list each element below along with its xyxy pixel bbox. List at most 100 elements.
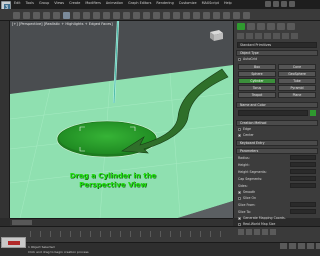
previous-frame-icon[interactable] [246,229,252,235]
zoom-extents-icon[interactable] [298,243,305,249]
status-prompt: 1 Object Selected Click and drag to begi… [28,245,89,254]
menu-graph-editors[interactable]: Graph Editors [128,1,151,5]
systems-icon[interactable] [291,33,298,39]
torus-button[interactable]: Torus [238,85,276,91]
height-spinner[interactable] [290,162,316,167]
zoom-all-icon[interactable] [289,243,296,249]
mirror-icon[interactable] [183,12,190,19]
helpers-icon[interactable] [273,33,280,39]
go-to-start-icon[interactable] [238,229,244,235]
sides-spinner[interactable] [290,183,316,188]
rectangle-selection-icon[interactable] [83,12,90,19]
tab-hierarchy-icon[interactable] [257,23,265,30]
undo-icon[interactable] [13,12,20,19]
tab-create-icon[interactable] [237,23,245,30]
minimize-icon[interactable] [273,1,279,7]
cameras-icon[interactable] [264,33,271,39]
space-warps-icon[interactable] [282,33,289,39]
lights-icon[interactable] [255,33,262,39]
go-to-end-icon[interactable] [270,229,276,235]
menu-create[interactable]: Create [69,1,80,5]
edge-label: Edge [243,127,252,131]
align-icon[interactable] [193,12,200,19]
radius-spinner[interactable] [290,155,316,160]
geosphere-button[interactable]: GeoSphere [278,71,316,77]
menu-bar: Edit Tools Group Views Create Modifiers … [14,1,232,5]
menu-customize[interactable]: Customize [179,1,197,5]
close-icon[interactable] [289,1,295,7]
menu-rendering[interactable]: Rendering [156,1,173,5]
tube-button[interactable]: Tube [278,78,316,84]
geometry-icon[interactable] [237,33,244,39]
window-crossing-icon[interactable] [93,12,100,19]
reference-coordinate-icon[interactable] [133,12,140,19]
next-frame-icon[interactable] [262,229,268,235]
rotate-icon[interactable] [113,12,120,19]
select-by-name-icon[interactable] [73,12,80,19]
render-icon[interactable] [243,12,250,19]
bind-space-warp-icon[interactable] [53,12,60,19]
menu-tools[interactable]: Tools [26,1,34,5]
scale-icon[interactable] [123,12,130,19]
slice-from-spinner[interactable] [290,202,316,207]
menu-group[interactable]: Group [39,1,49,5]
caption-line-2: Perspective View [79,180,147,189]
slice-to-label: Slice To: [238,209,251,214]
curve-editor-icon[interactable] [213,12,220,19]
menu-edit[interactable]: Edit [14,1,21,5]
creation-center-radio[interactable]: Center [234,132,320,138]
slice-to-spinner[interactable] [290,209,316,214]
menu-animation[interactable]: Animation [106,1,123,5]
object-name-field[interactable] [238,110,308,116]
sphere-button[interactable]: Sphere [238,71,276,77]
height-segments-spinner[interactable] [290,169,316,174]
perspective-viewport[interactable]: [+] [Perspective] [Realistic + Highlight… [10,21,233,218]
tab-display-icon[interactable] [277,23,285,30]
slice-from-row: Slice From: [234,201,320,208]
unlink-icon[interactable] [43,12,50,19]
select-object-icon[interactable] [63,12,70,19]
menu-views[interactable]: Views [54,1,64,5]
title-bar: 3 Edit Tools Group Views Create Modifier… [0,0,320,11]
layer-manager-icon[interactable] [203,12,210,19]
material-editor-icon[interactable] [223,12,230,19]
percent-snap-icon[interactable] [173,12,180,19]
link-icon[interactable] [33,12,40,19]
angle-snap-icon[interactable] [163,12,170,19]
pivot-center-icon[interactable] [143,12,150,19]
viewcube-icon[interactable] [205,27,227,43]
orbit-icon[interactable] [316,243,320,249]
tab-motion-icon[interactable] [267,23,275,30]
teapot-button[interactable]: Teapot [238,92,276,98]
move-icon[interactable] [103,12,110,19]
snaps-toggle-icon[interactable] [153,12,160,19]
shapes-icon[interactable] [246,33,253,39]
pan-icon[interactable] [307,243,314,249]
time-slider-thumb[interactable] [12,220,32,225]
object-color-swatch[interactable] [310,110,316,116]
menu-help[interactable]: Help [224,1,232,5]
center-label: Center [243,133,254,137]
maximize-icon[interactable] [281,1,287,7]
render-setup-icon[interactable] [233,12,240,19]
viewport-label[interactable]: [+] [Perspective] [Realistic + Highlight… [12,22,113,26]
cap-segments-spinner[interactable] [290,176,316,181]
play-icon[interactable] [254,229,260,235]
redo-icon[interactable] [23,12,30,19]
menu-modifiers[interactable]: Modifiers [85,1,100,5]
category-dropdown[interactable]: Standard Primitives [237,42,317,48]
help-search-icon[interactable] [265,1,271,7]
cylinder-button[interactable]: Cylinder [238,78,276,84]
box-button[interactable]: Box [238,64,276,70]
time-slider[interactable] [10,218,233,226]
cone-button[interactable]: Cone [278,64,316,70]
object-type-buttons: Box Cone Sphere GeoSphere Cylinder Tube … [234,62,320,100]
maxscript-listener-icon[interactable] [1,237,26,248]
plane-button[interactable]: Plane [278,92,316,98]
pyramid-button[interactable]: Pyramid [278,85,316,91]
tab-modify-icon[interactable] [247,23,255,30]
zoom-icon[interactable] [280,243,287,249]
tab-utilities-icon[interactable] [287,23,295,30]
keyboard-entry-rollout[interactable]: Keyboard Entry [236,140,318,146]
menu-maxscript[interactable]: MAXScript [202,1,219,5]
